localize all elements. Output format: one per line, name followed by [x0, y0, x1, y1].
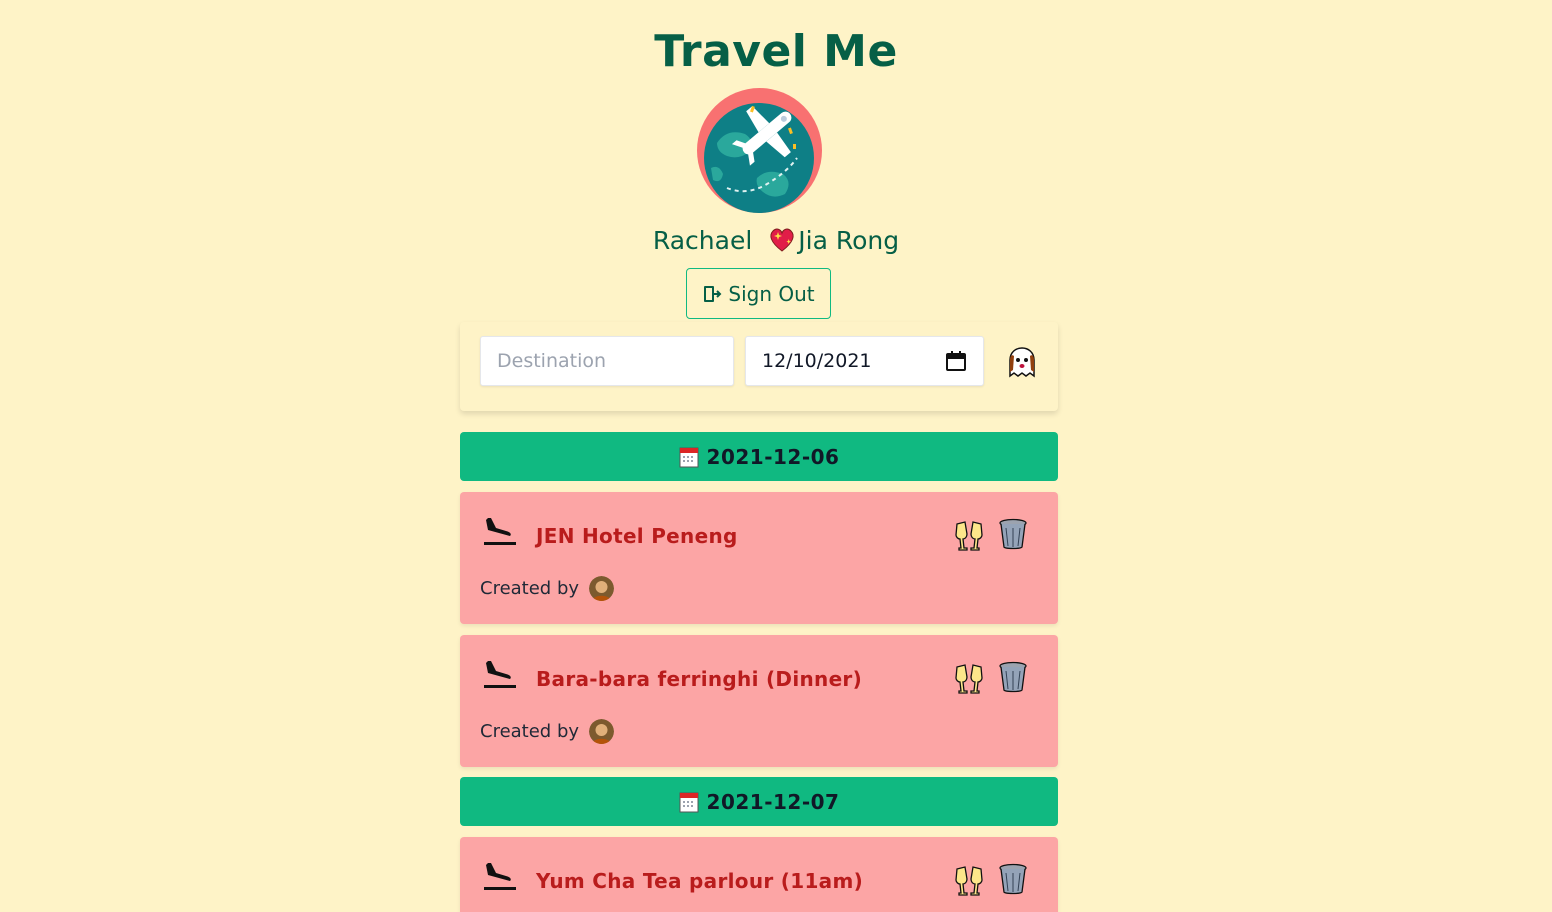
- trip-title: JEN Hotel Peneng: [536, 524, 738, 548]
- page: Travel Me Rachael Jia Rong Sign Out Dest…: [0, 0, 1552, 912]
- date-value: 12/10/2021: [762, 350, 872, 372]
- sign-out-button[interactable]: Sign Out: [686, 268, 831, 319]
- trip-card: Bara-bara ferringhi (Dinner) Created by: [460, 635, 1058, 767]
- airplane-landing-icon: [484, 661, 516, 688]
- airplane-landing-icon: [484, 863, 516, 890]
- calendar-picker-icon[interactable]: [945, 350, 967, 372]
- calendar-icon: [679, 792, 699, 812]
- trip-card: JEN Hotel Peneng Created by: [460, 492, 1058, 624]
- clinking-glasses-icon[interactable]: [953, 518, 985, 552]
- date-header: 2021-12-06: [460, 432, 1058, 481]
- trip-title: Yum Cha Tea parlour (11am): [536, 869, 864, 893]
- date-header-label: 2021-12-07: [706, 789, 840, 814]
- trip-card: Yum Cha Tea parlour (11am): [460, 837, 1058, 912]
- created-by: Created by: [480, 719, 615, 744]
- calendar-icon: [679, 447, 699, 467]
- trash-icon[interactable]: [998, 661, 1028, 693]
- date-input[interactable]: 12/10/2021: [745, 336, 984, 386]
- created-by-label: Created by: [480, 578, 580, 599]
- airplane-landing-icon: [484, 518, 516, 545]
- avatar: [589, 576, 615, 601]
- trash-icon[interactable]: [998, 518, 1028, 550]
- trash-icon[interactable]: [998, 863, 1028, 895]
- sign-out-label: Sign Out: [728, 281, 815, 306]
- destination-input[interactable]: [480, 336, 734, 386]
- globe-airplane-logo: [697, 88, 822, 213]
- app-title: Travel Me: [654, 26, 898, 77]
- date-header: 2021-12-07: [460, 777, 1058, 826]
- created-by: Created by: [480, 576, 615, 601]
- created-by-label: Created by: [480, 721, 580, 742]
- sparkling-heart-icon: [770, 228, 794, 252]
- name-left: Rachael: [652, 226, 753, 255]
- sign-out-icon: [704, 285, 722, 302]
- add-trip-form: 12/10/2021: [460, 322, 1058, 411]
- trip-title: Bara-bara ferringhi (Dinner): [536, 667, 863, 691]
- ghost-add-icon[interactable]: [1005, 346, 1039, 380]
- avatar: [589, 719, 615, 744]
- name-right: Jia Rong: [798, 226, 900, 255]
- date-header-label: 2021-12-06: [706, 444, 840, 469]
- clinking-glasses-icon[interactable]: [953, 661, 985, 695]
- clinking-glasses-icon[interactable]: [953, 863, 985, 897]
- couple-names: Rachael Jia Rong: [0, 226, 1552, 255]
